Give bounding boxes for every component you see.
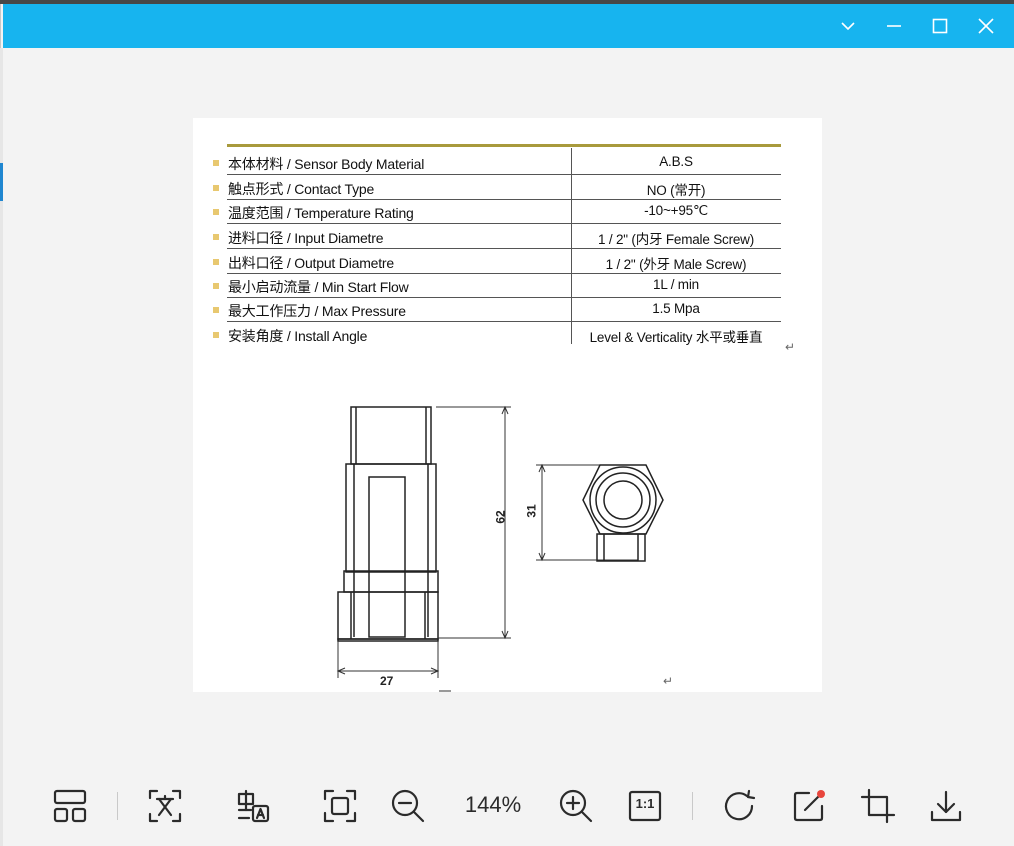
crop-icon bbox=[860, 788, 896, 824]
zoom-out-icon bbox=[391, 789, 425, 823]
fit-screen-icon bbox=[323, 789, 357, 823]
image-viewer-window: 本体材料 / Sensor Body Material A.B.S 触点形式 / … bbox=[0, 0, 1014, 846]
maximize-icon bbox=[932, 18, 948, 34]
zoom-level: 144% bbox=[464, 792, 522, 817]
return-mark: ↵ bbox=[663, 674, 674, 688]
bottom-toolbar: 144% 1:1 bbox=[3, 770, 1014, 846]
edit-icon bbox=[793, 790, 825, 822]
zoom-in-button[interactable] bbox=[556, 786, 596, 826]
zoom-out-button[interactable] bbox=[388, 786, 428, 826]
extract-text-button[interactable] bbox=[145, 786, 185, 826]
maximize-button[interactable] bbox=[917, 4, 963, 48]
download-icon bbox=[930, 790, 962, 822]
title-bar bbox=[3, 4, 1014, 48]
rotate-button[interactable] bbox=[719, 786, 759, 826]
side-dimension-label: 31 bbox=[524, 504, 539, 518]
download-button[interactable] bbox=[926, 786, 966, 826]
rotate-icon bbox=[724, 789, 756, 821]
layout-icon bbox=[53, 789, 87, 823]
collapse-button[interactable] bbox=[825, 4, 871, 48]
text-extract-icon bbox=[148, 789, 182, 823]
translate-icon bbox=[237, 789, 270, 823]
dimension-drawing bbox=[336, 405, 664, 692]
chevron-down-icon bbox=[841, 22, 855, 31]
minimize-icon bbox=[887, 25, 901, 27]
image-canvas[interactable]: 本体材料 / Sensor Body Material A.B.S 触点形式 / … bbox=[3, 48, 1014, 770]
minimize-button[interactable] bbox=[871, 4, 917, 48]
zoom-in-icon bbox=[559, 789, 593, 823]
close-button[interactable] bbox=[963, 4, 1009, 48]
height-dimension-label: 62 bbox=[493, 510, 508, 524]
close-icon bbox=[978, 18, 994, 34]
actual-size-button[interactable]: 1:1 bbox=[625, 786, 665, 826]
toolbar-separator bbox=[692, 792, 693, 820]
document-image: 本体材料 / Sensor Body Material A.B.S 触点形式 / … bbox=[193, 118, 822, 692]
translate-button[interactable] bbox=[233, 786, 273, 826]
toolbar-separator bbox=[117, 792, 118, 820]
edit-button[interactable] bbox=[789, 786, 829, 826]
layout-button[interactable] bbox=[50, 786, 90, 826]
actual-size-label: 1:1 bbox=[635, 796, 655, 811]
width-dimension-label: 27 bbox=[380, 674, 394, 688]
crop-button[interactable] bbox=[858, 786, 898, 826]
fit-screen-button[interactable] bbox=[320, 786, 360, 826]
